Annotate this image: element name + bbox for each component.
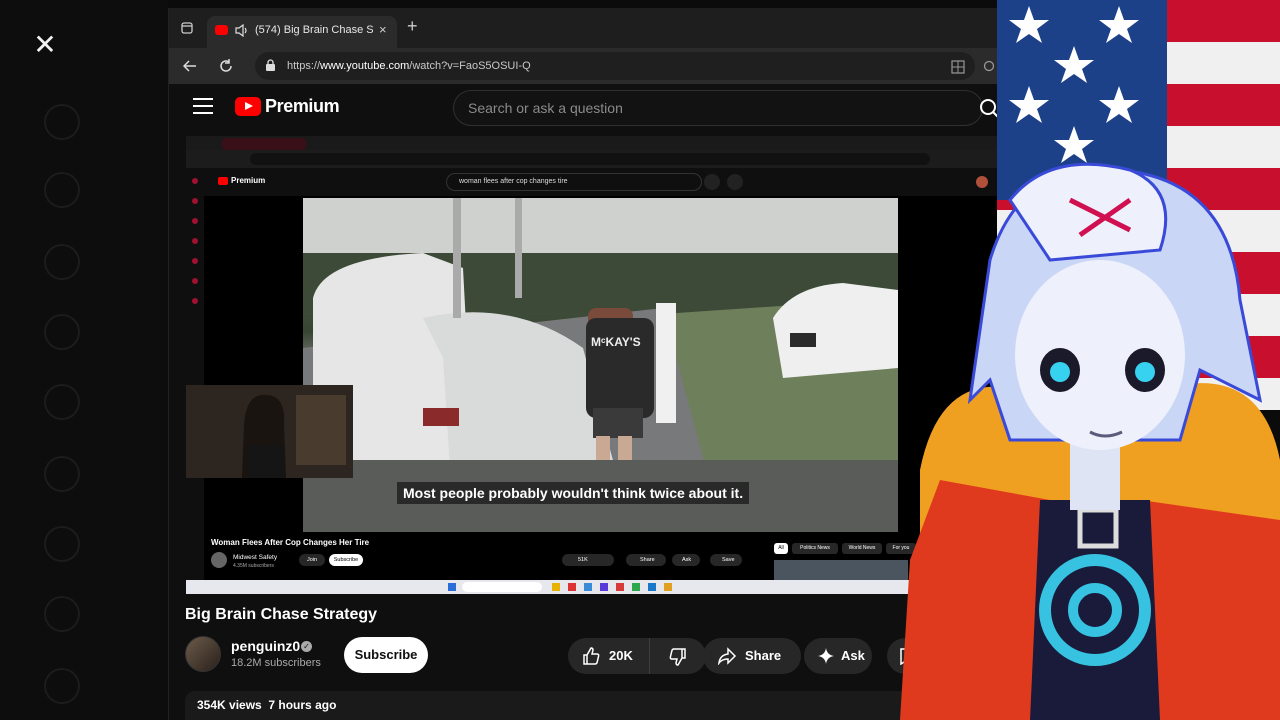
tab-youtube[interactable]: (574) Big Brain Chase Strate × xyxy=(207,16,397,48)
view-stats: 354K views 7 hours ago xyxy=(197,698,337,712)
taskbar-search xyxy=(462,582,542,592)
video-caption: Most people probably wouldn't think twic… xyxy=(397,482,750,504)
address-bar[interactable]: https://www.youtube.com/watch?v=FaoS5OSU… xyxy=(255,52,975,80)
shared-subscriber-count: 4.35M subscribers xyxy=(233,563,274,569)
taskbar-app-icon xyxy=(568,583,576,591)
verified-icon: ✓ xyxy=(301,641,312,652)
shared-taskbar xyxy=(186,580,926,594)
search-box[interactable]: Search or ask a question xyxy=(453,90,1000,126)
shared-chip-world: World News xyxy=(842,543,882,554)
add-user-icon xyxy=(44,314,80,350)
app-available-icon[interactable] xyxy=(951,60,965,74)
youtube-favicon-icon xyxy=(215,25,228,35)
taskbar-app-icon xyxy=(600,583,608,591)
tab-title: (574) Big Brain Chase Strate xyxy=(255,24,373,36)
shared-like-button: 51K xyxy=(562,554,614,566)
shared-share-button: Share xyxy=(626,554,666,566)
thumbs-down-icon xyxy=(669,648,686,666)
explore-icon xyxy=(44,456,80,492)
like-dislike-group: 20K xyxy=(568,638,706,674)
facecam-scene xyxy=(186,385,353,478)
search-input[interactable]: Search or ask a question xyxy=(468,91,623,125)
shared-screen-tab-bar xyxy=(186,136,1000,150)
shared-chip-politics: Politics News xyxy=(792,543,838,554)
share-icon xyxy=(717,647,737,665)
chat-icon xyxy=(44,384,80,420)
youtube-play-icon xyxy=(235,97,261,116)
shared-chip-all: All xyxy=(774,543,788,554)
tab-close-icon[interactable]: × xyxy=(379,22,387,37)
shared-channel-avatar xyxy=(211,552,227,568)
new-tab-icon[interactable]: + xyxy=(407,17,418,35)
browser-window: (574) Big Brain Chase Strate × + https:/… xyxy=(168,8,1000,720)
video-player[interactable]: Premium woman flees after cop changes ti… xyxy=(186,136,1000,594)
share-button[interactable]: Share xyxy=(703,638,801,674)
search-icon xyxy=(44,172,80,208)
more-icon xyxy=(44,596,80,632)
shared-recommendation-thumb xyxy=(774,560,908,580)
shared-logo-text: Premium xyxy=(231,176,266,185)
ask-button[interactable]: Ask xyxy=(804,638,872,674)
shared-youtube-logo-icon xyxy=(218,177,228,185)
taskbar-app-icon xyxy=(664,583,672,591)
address-bar-row: https://www.youtube.com/watch?v=FaoS5OSU… xyxy=(169,48,1000,84)
like-button[interactable]: 20K xyxy=(568,638,650,674)
shared-search-icon xyxy=(704,174,720,190)
shared-screen-sidebar xyxy=(186,168,204,588)
like-count: 20K xyxy=(609,648,633,663)
taskbar-app-icon xyxy=(584,583,592,591)
shared-screen-youtube-header: Premium woman flees after cop changes ti… xyxy=(186,168,1000,196)
shared-join-button: Join xyxy=(299,554,325,566)
subscribe-button[interactable]: Subscribe xyxy=(344,637,428,673)
ask-label: Ask xyxy=(841,648,865,663)
channel-name[interactable]: penguinz0 xyxy=(231,638,300,654)
speaker-icon[interactable] xyxy=(235,24,249,37)
shared-save-button: Save xyxy=(710,554,742,566)
shared-channel-name: Midwest Safety xyxy=(233,554,278,561)
logo-text: Premium xyxy=(265,96,340,116)
profile-icon xyxy=(44,526,80,562)
reload-icon[interactable] xyxy=(219,59,233,73)
tab-bar: (574) Big Brain Chase Strate × + xyxy=(169,8,1000,48)
shared-ask-button: Ask xyxy=(672,554,700,566)
shirt-text: MᶜKAY'S xyxy=(591,335,641,349)
url-text: https://www.youtube.com/watch?v=FaoS5OSU… xyxy=(287,60,531,72)
home-icon xyxy=(44,104,80,140)
shared-tab xyxy=(222,138,306,150)
thumbs-up-icon xyxy=(583,647,600,665)
shared-screen-address-bar xyxy=(186,150,1000,168)
zoom-icon[interactable] xyxy=(983,60,997,74)
video-title: Big Brain Chase Strategy xyxy=(185,606,378,623)
start-icon xyxy=(448,583,456,591)
back-icon[interactable] xyxy=(183,59,197,73)
notifications-icon xyxy=(44,244,80,280)
taskbar-app-icon xyxy=(632,583,640,591)
taskbar-app-icon xyxy=(552,583,560,591)
tab-actions-icon[interactable] xyxy=(181,22,193,34)
dislike-button[interactable] xyxy=(650,638,706,674)
streamer-facecam xyxy=(186,385,353,478)
sparkle-icon xyxy=(818,648,834,664)
shared-search-box: woman flees after cop changes tire xyxy=(446,173,702,191)
taskbar-app-icon xyxy=(648,583,656,591)
edit-icon xyxy=(44,668,80,704)
subscriber-count: 18.2M subscribers xyxy=(231,657,321,669)
vtuber-avatar xyxy=(900,162,1280,720)
channel-avatar[interactable] xyxy=(185,636,221,672)
youtube-header: Premium Search or ask a question xyxy=(169,84,1000,132)
shared-subscribe-button: Subscribe xyxy=(329,554,363,566)
shared-video-title: Woman Flees After Cop Changes Her Tire xyxy=(211,538,370,547)
background-sidebar xyxy=(0,0,168,720)
taskbar-app-icon xyxy=(616,583,624,591)
close-icon[interactable]: ✕ xyxy=(30,30,60,60)
menu-icon[interactable] xyxy=(193,98,213,114)
share-label: Share xyxy=(745,648,782,663)
lock-icon[interactable] xyxy=(265,59,276,72)
shared-mic-icon xyxy=(727,174,743,190)
